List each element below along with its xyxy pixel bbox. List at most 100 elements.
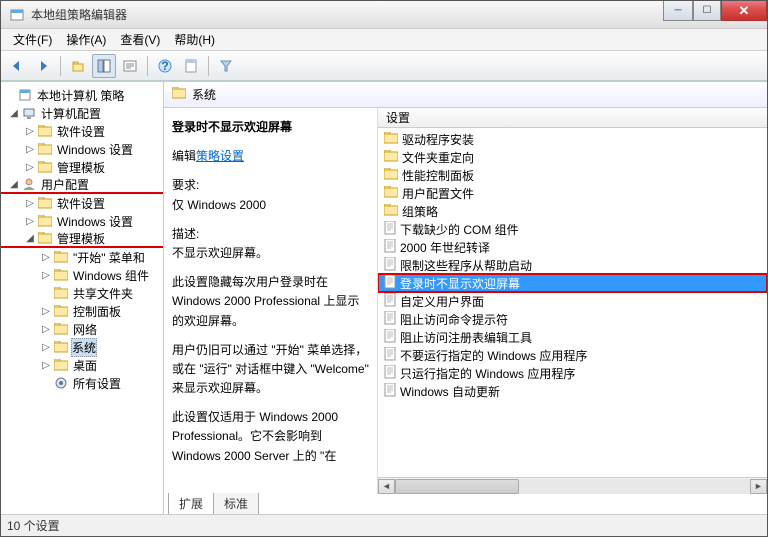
tree-t-ctrl[interactable]: ▷控制面板 [1, 302, 163, 320]
list-item[interactable]: 性能控制面板 [378, 166, 767, 184]
list-item[interactable]: 限制这些程序从帮助启动 [378, 256, 767, 274]
expand-icon[interactable]: ▷ [39, 270, 53, 281]
tree-t-desk[interactable]: ▷桌面 [1, 356, 163, 374]
description-pane: 登录时不显示欢迎屏幕 编辑策略设置 要求:仅 Windows 2000 描述:不… [164, 108, 378, 494]
menu-action[interactable]: 操作(A) [60, 29, 112, 50]
back-button[interactable] [5, 54, 29, 78]
tree-c-win[interactable]: ▷Windows 设置 [1, 140, 163, 158]
scroll-right-button[interactable]: ► [750, 479, 767, 494]
list-item-label: 只运行指定的 Windows 应用程序 [400, 365, 575, 382]
tree-t-start[interactable]: ▷"开始" 菜单和 [1, 248, 163, 266]
expand-icon[interactable]: ▷ [39, 324, 53, 335]
list-item[interactable]: Windows 自动更新 [378, 382, 767, 400]
scroll-track[interactable] [395, 479, 750, 494]
list-item[interactable]: 只运行指定的 Windows 应用程序 [378, 364, 767, 382]
expand-icon[interactable]: ▷ [23, 126, 37, 137]
tree-u-soft[interactable]: ▷软件设置 [1, 194, 163, 212]
list-item-label: 阻止访问命令提示符 [400, 311, 508, 328]
titlebar: 本地组策略编辑器 ─ ☐ ✕ [1, 1, 767, 29]
scroll-thumb[interactable] [395, 479, 519, 494]
list-item[interactable]: 用户配置文件 [378, 184, 767, 202]
tree-u-tmpl[interactable]: ◢管理模板 [1, 230, 163, 248]
tab-standard[interactable]: 标准 [213, 493, 259, 514]
edit-policy-link[interactable]: 策略设置 [196, 149, 244, 163]
forward-button[interactable] [31, 54, 55, 78]
list-item[interactable]: 不要运行指定的 Windows 应用程序 [378, 346, 767, 364]
view-tabs: 扩展 标准 [164, 494, 767, 514]
scroll-left-button[interactable]: ◄ [378, 479, 395, 494]
desc-p1: 此设置隐藏每次用户登录时在 Windows 2000 Professional … [172, 273, 369, 331]
tree-t-wincomp[interactable]: ▷Windows 组件 [1, 266, 163, 284]
collapse-icon[interactable]: ◢ [7, 179, 21, 190]
list-item-label: 文件夹重定向 [402, 149, 474, 166]
properties-button[interactable] [179, 54, 203, 78]
list-item-label: Windows 自动更新 [400, 383, 500, 400]
tree-t-share[interactable]: 共享文件夹 [1, 284, 163, 302]
collapse-icon[interactable]: ◢ [23, 233, 37, 244]
tree-pane[interactable]: 本地计算机 策略 ◢计算机配置 ▷软件设置 ▷Windows 设置 ▷管理模板 … [1, 82, 164, 514]
list-item[interactable]: 阻止访问注册表编辑工具 [378, 328, 767, 346]
setting-icon [384, 365, 396, 382]
folder-icon [37, 231, 53, 245]
tree-t-net[interactable]: ▷网络 [1, 320, 163, 338]
folder-icon [53, 286, 69, 300]
tree-c-tmpl[interactable]: ▷管理模板 [1, 158, 163, 176]
folder-icon [37, 214, 53, 228]
help-button[interactable]: ? [153, 54, 177, 78]
edit-label: 编辑 [172, 149, 196, 163]
statusbar: 10 个设置 [1, 514, 767, 536]
toolbar: ? [1, 51, 767, 81]
window: 本地组策略编辑器 ─ ☐ ✕ 文件(F) 操作(A) 查看(V) 帮助(H) ?… [0, 0, 768, 537]
horizontal-scrollbar[interactable]: ◄ ► [378, 477, 767, 494]
filter-button[interactable] [214, 54, 238, 78]
tree-root[interactable]: 本地计算机 策略 [1, 86, 163, 104]
list-item[interactable]: 组策略 [378, 202, 767, 220]
setting-icon [384, 239, 396, 256]
setting-icon [384, 221, 396, 238]
status-text: 10 个设置 [7, 517, 60, 534]
desc-p2: 用户仍旧可以通过 "开始" 菜单选择，或在 "运行" 对话框中键入 "Welco… [172, 341, 369, 399]
up-button[interactable] [66, 54, 90, 78]
tree-t-sys[interactable]: ▷系统 [1, 338, 163, 356]
expand-icon[interactable]: ▷ [39, 306, 53, 317]
list-item[interactable]: 登录时不显示欢迎屏幕 [378, 274, 767, 292]
menu-file[interactable]: 文件(F) [7, 29, 58, 50]
expand-icon[interactable]: ▷ [23, 162, 37, 173]
tree-user[interactable]: ◢用户配置 [1, 176, 163, 194]
list-item[interactable]: 阻止访问命令提示符 [378, 310, 767, 328]
list-item[interactable]: 文件夹重定向 [378, 148, 767, 166]
minimize-button[interactable]: ─ [663, 1, 693, 21]
list-item[interactable]: 下载缺少的 COM 组件 [378, 220, 767, 238]
expand-icon[interactable]: ▷ [39, 360, 53, 371]
expand-icon[interactable]: ▷ [39, 252, 53, 263]
export-button[interactable] [118, 54, 142, 78]
menu-view[interactable]: 查看(V) [114, 29, 166, 50]
collapse-icon[interactable]: ◢ [7, 108, 21, 119]
folder-icon [53, 358, 69, 372]
show-hide-tree-button[interactable] [92, 54, 116, 78]
setting-icon [384, 311, 396, 328]
expand-icon[interactable]: ▷ [23, 198, 37, 209]
tree-u-win[interactable]: ▷Windows 设置 [1, 212, 163, 230]
expand-icon[interactable]: ▷ [39, 342, 53, 353]
expand-icon[interactable]: ▷ [23, 216, 37, 227]
tree-t-all[interactable]: 所有设置 [1, 374, 163, 392]
tree-computer[interactable]: ◢计算机配置 [1, 104, 163, 122]
list-item[interactable]: 自定义用户界面 [378, 292, 767, 310]
menu-help[interactable]: 帮助(H) [168, 29, 221, 50]
list-item-label: 自定义用户界面 [400, 293, 484, 310]
list-header[interactable]: 设置 [378, 108, 767, 128]
list-pane: 设置 驱动程序安装文件夹重定向性能控制面板用户配置文件组策略下载缺少的 COM … [378, 108, 767, 494]
maximize-button[interactable]: ☐ [693, 1, 721, 21]
tab-extended[interactable]: 扩展 [168, 493, 214, 514]
settings-list[interactable]: 驱动程序安装文件夹重定向性能控制面板用户配置文件组策略下载缺少的 COM 组件2… [378, 128, 767, 477]
tree-c-soft[interactable]: ▷软件设置 [1, 122, 163, 140]
folder-icon [37, 142, 53, 156]
close-button[interactable]: ✕ [721, 1, 767, 21]
list-item-label: 组策略 [402, 203, 438, 220]
content-header: 系统 [164, 82, 767, 108]
expand-icon[interactable]: ▷ [23, 144, 37, 155]
list-item-label: 阻止访问注册表编辑工具 [400, 329, 532, 346]
list-item[interactable]: 驱动程序安装 [378, 130, 767, 148]
list-item[interactable]: 2000 年世纪转译 [378, 238, 767, 256]
